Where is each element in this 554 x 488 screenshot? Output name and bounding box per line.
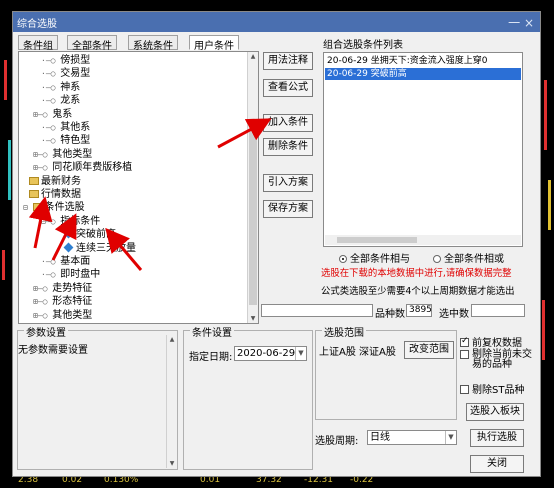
candle-bar <box>544 80 547 150</box>
chart-background-left <box>0 0 12 488</box>
candle-bar <box>4 60 7 100</box>
arrow-to-indicator <box>51 213 77 261</box>
chart-background-right <box>540 0 554 488</box>
candle-bar <box>548 180 551 230</box>
arrow-to-add-button <box>217 118 272 149</box>
candle-bar <box>2 250 5 280</box>
arrow-to-breakout <box>105 227 143 271</box>
annotation-arrows <box>28 118 272 271</box>
stock-screener-dialog: 综合选股 一 × 条件组 全部条件 系统条件 用户条件 ⊞–○ 其他类型 ⊞–○ … <box>12 11 541 477</box>
candle-bar <box>542 300 545 360</box>
candle-bar <box>8 140 11 200</box>
arrow-to-condition-folder <box>28 196 53 249</box>
